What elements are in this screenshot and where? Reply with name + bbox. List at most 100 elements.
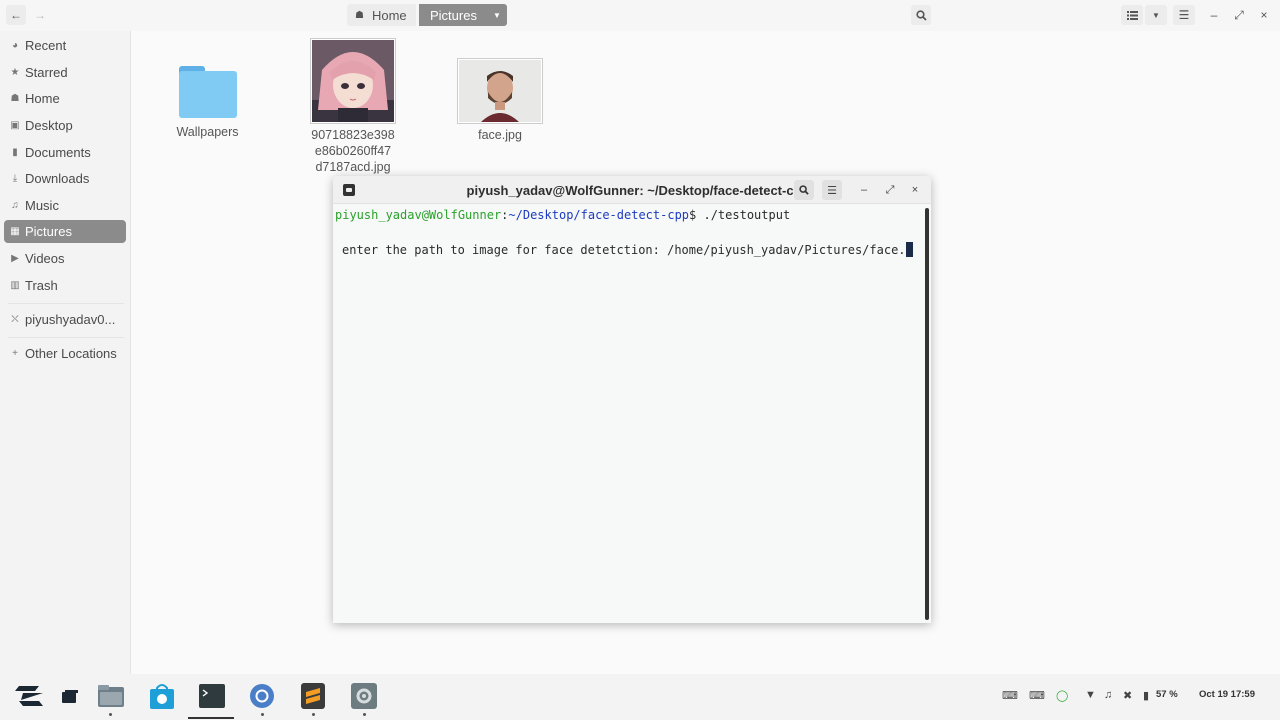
dock-files[interactable] — [97, 682, 125, 710]
video-icon: ▶ — [11, 253, 19, 264]
sidebar-item-drive[interactable]: ⛌ piyushyadav0... — [4, 308, 126, 331]
files-app-icon — [98, 685, 124, 707]
store-bag-icon — [150, 684, 174, 709]
places-sidebar: ◕ Recent ★ Starred ☗ Home ▣ Desktop ▮ Documen… — [0, 31, 131, 674]
picture-icon: ▦ — [10, 226, 20, 237]
terminal-close-button[interactable]: × — [905, 180, 925, 200]
sidebar-item-label: Videos — [25, 251, 65, 266]
sidebar-item-label: Trash — [25, 278, 58, 293]
arrow-left-icon: ← — [10, 8, 22, 22]
workspace-button[interactable] — [56, 682, 84, 710]
dock-sublime-text[interactable] — [299, 682, 327, 710]
chevron-down-icon: ▼ — [492, 10, 501, 20]
running-indicator — [261, 713, 264, 716]
minimize-icon: – — [860, 184, 868, 196]
image-thumbnail — [310, 38, 396, 124]
vpn-icon[interactable]: ◯ — [1056, 689, 1068, 702]
anime-portrait-thumbnail — [312, 40, 394, 122]
keyboard-layout-icon[interactable]: ⌨ — [1029, 689, 1045, 702]
sidebar-item-label: Recent — [25, 38, 67, 53]
sidebar-item-label: Home — [25, 91, 60, 106]
close-icon: × — [911, 184, 919, 196]
back-button[interactable]: ← — [6, 5, 26, 25]
running-indicator — [312, 713, 315, 716]
sidebar-item-pictures[interactable]: ▦ Pictures — [4, 220, 126, 243]
battery-percentage[interactable]: 57 % — [1156, 689, 1178, 700]
clock-datetime[interactable]: Oct 19 17:59 — [1199, 689, 1255, 700]
terminal-search-button[interactable] — [794, 180, 814, 200]
hamburger-icon: ☰ — [827, 184, 837, 197]
running-indicator — [363, 713, 366, 716]
file-item-image[interactable]: face.jpg — [450, 58, 550, 143]
search-icon — [799, 185, 809, 195]
music-icon: ♫ — [11, 200, 19, 211]
terminal-minimize-button[interactable]: – — [854, 180, 874, 200]
terminal-output-line: enter the path to image for face detetct… — [342, 242, 913, 257]
terminal-window[interactable]: piyush_yadav@WolfGunner: ~/Desktop/face-… — [333, 176, 931, 623]
view-options-button[interactable]: ▼ — [1145, 5, 1167, 25]
sidebar-item-music[interactable]: ♫ Music — [4, 194, 126, 217]
sidebar-item-trash[interactable]: ▥ Trash — [4, 274, 126, 297]
chevron-down-icon: ▼ — [1152, 10, 1160, 20]
prompt-command: ./testoutput — [703, 208, 791, 222]
search-icon — [915, 9, 927, 21]
terminal-scrollbar[interactable] — [925, 208, 929, 620]
forward-button[interactable]: → — [30, 5, 50, 25]
battery-icon[interactable]: ▮ — [1143, 689, 1149, 702]
sidebar-item-documents[interactable]: ▮ Documents — [4, 141, 126, 164]
sidebar-item-videos[interactable]: ▶ Videos — [4, 247, 126, 270]
text-cursor — [905, 242, 913, 257]
list-view-icon — [1126, 10, 1138, 20]
dock-terminal[interactable] — [198, 682, 226, 710]
terminal-menu-button[interactable]: ☰ — [822, 180, 842, 200]
keyboard-icon[interactable]: ⌨ — [1002, 689, 1018, 702]
settings-gear-icon — [351, 683, 377, 709]
sidebar-item-label: Pictures — [25, 224, 72, 239]
dock-chromium[interactable] — [248, 682, 276, 710]
file-item-folder[interactable]: Wallpapers — [170, 66, 245, 140]
dock-settings[interactable] — [350, 682, 378, 710]
home-icon: ☗ — [10, 93, 20, 104]
file-item-image[interactable]: 90718823e398 e86b0260ff47 d7187acd.jpg — [303, 38, 403, 175]
sidebar-item-desktop[interactable]: ▣ Desktop — [4, 114, 126, 137]
sidebar-item-label: piyushyadav0... — [25, 312, 116, 327]
running-indicator — [109, 713, 112, 716]
app-menu-button[interactable] — [15, 682, 43, 710]
breadcrumb-home[interactable]: ☗ Home — [347, 4, 416, 26]
minimize-button[interactable]: – — [1204, 5, 1224, 25]
maximize-button[interactable]: ⤢ — [1229, 5, 1249, 25]
menu-button[interactable]: ☰ — [1173, 5, 1195, 25]
breadcrumb-home-label: Home — [371, 7, 407, 23]
file-name: e86b0260ff47 — [314, 144, 392, 158]
prompt-path: ~/Desktop/face-detect-cpp — [508, 208, 690, 222]
sidebar-item-home[interactable]: ☗ Home — [4, 87, 126, 110]
terminal-output[interactable]: piyush_yadav@WolfGunner:~/Desktop/face-d… — [333, 204, 925, 623]
view-list-button[interactable] — [1121, 5, 1143, 25]
volume-icon[interactable]: ♫ — [1104, 689, 1112, 701]
sidebar-item-starred[interactable]: ★ Starred — [4, 61, 126, 84]
sidebar-item-label: Documents — [25, 145, 91, 160]
prompt-suffix: $ — [689, 208, 704, 222]
search-button[interactable] — [911, 5, 931, 25]
folder-icon — [178, 66, 237, 118]
terminal-maximize-button[interactable]: ⤢ — [880, 180, 900, 200]
clock-icon: ◕ — [11, 40, 19, 51]
file-name: 90718823e398 — [311, 128, 395, 142]
terminal-headerbar: piyush_yadav@WolfGunner: ~/Desktop/face-… — [333, 176, 931, 204]
sidebar-item-label: Other Locations — [25, 346, 117, 361]
sidebar-item-label: Desktop — [25, 118, 73, 133]
sidebar-item-downloads[interactable]: ⤓ Downloads — [4, 167, 126, 190]
sidebar-item-other-locations[interactable]: + Other Locations — [4, 342, 126, 365]
file-name: face.jpg — [478, 128, 522, 142]
close-button[interactable]: × — [1254, 5, 1274, 25]
terminal-prompt-line: piyush_yadav@WolfGunner:~/Desktop/face-d… — [335, 208, 791, 222]
file-name: d7187acd.jpg — [315, 160, 391, 174]
bluetooth-icon[interactable]: ✖ — [1123, 689, 1132, 702]
breadcrumb-current-label: Pictures — [430, 7, 477, 23]
zorin-logo-icon — [15, 686, 43, 706]
breadcrumb-current[interactable]: Pictures ▼ — [419, 4, 507, 26]
sidebar-item-recent[interactable]: ◕ Recent — [4, 34, 126, 57]
dock-software-store[interactable] — [148, 682, 176, 710]
wifi-icon[interactable]: ▼ — [1085, 689, 1096, 701]
home-icon: ☗ — [355, 9, 364, 21]
